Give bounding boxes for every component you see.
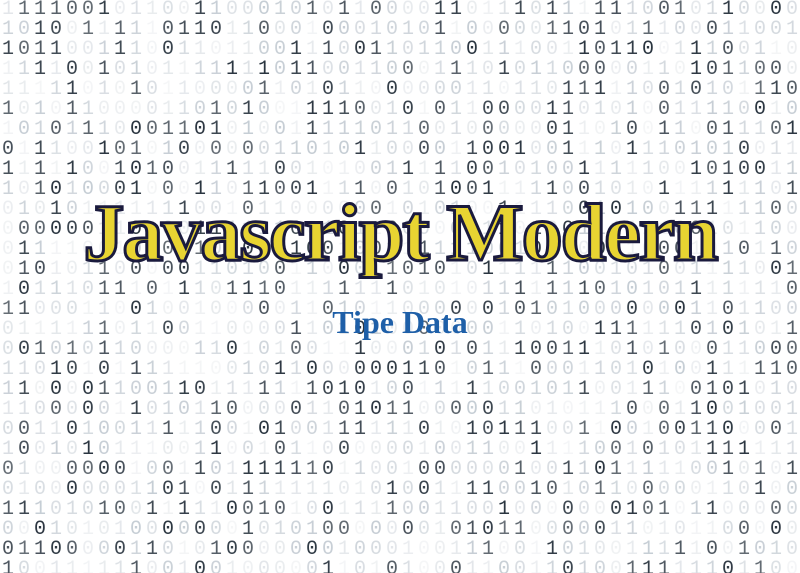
content-container: Javascript Modern Tipe Data (0, 0, 800, 573)
main-title: Javascript Modern (83, 192, 716, 274)
subtitle: Tipe Data (332, 304, 467, 341)
